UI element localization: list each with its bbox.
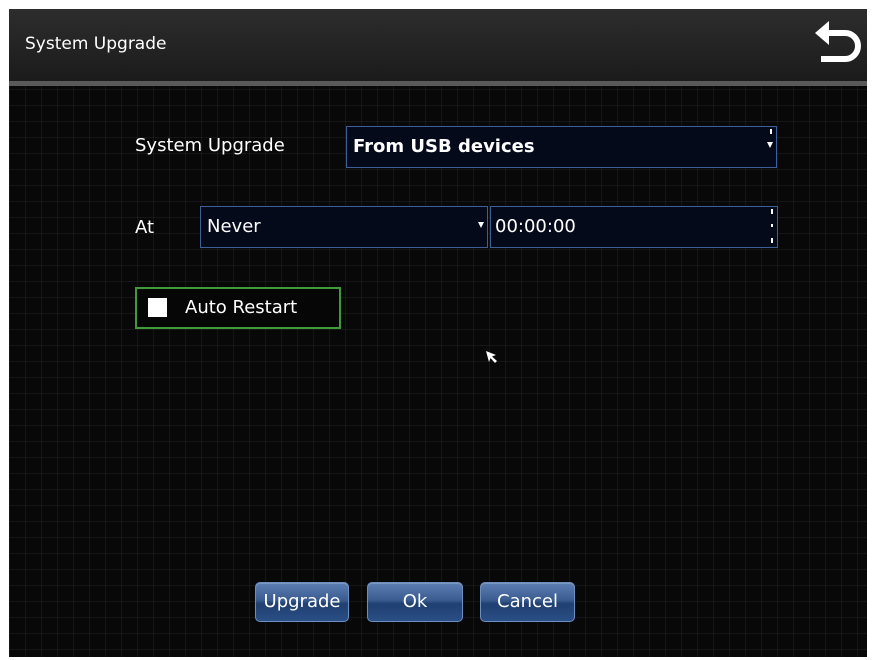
back-arrow-icon [815, 21, 861, 62]
cancel-button[interactable]: Cancel [480, 582, 575, 622]
auto-restart-label: Auto Restart [185, 297, 298, 318]
mouse-cursor-icon [486, 351, 497, 363]
stepper-mid-icon [771, 224, 773, 227]
chevron-down-icon [478, 222, 484, 228]
stepper-down-icon [771, 238, 773, 243]
time-value: 00:00:00 [495, 216, 576, 237]
title-bar: System Upgrade [9, 9, 867, 86]
select-marker [770, 129, 772, 134]
time-field[interactable]: 00:00:00 [490, 206, 778, 248]
upgrade-source-select[interactable]: From USB devices [346, 126, 777, 168]
chevron-down-icon [767, 142, 773, 148]
auto-restart-toggle[interactable]: Auto Restart [135, 287, 341, 329]
upgrade-source-value: From USB devices [353, 136, 535, 157]
auto-restart-checkbox[interactable] [148, 298, 167, 317]
upgrade-button[interactable]: Upgrade [255, 582, 349, 622]
upgrade-source-label: System Upgrade [135, 135, 285, 156]
back-button[interactable] [809, 19, 863, 73]
schedule-value: Never [207, 216, 261, 237]
ok-button[interactable]: Ok [367, 582, 463, 622]
page-title: System Upgrade [25, 34, 167, 54]
at-label: At [135, 217, 155, 238]
schedule-select[interactable]: Never [200, 206, 488, 248]
system-upgrade-screen: System Upgrade System Upgrade From USB d… [9, 9, 867, 657]
stepper-up-icon [771, 209, 773, 214]
